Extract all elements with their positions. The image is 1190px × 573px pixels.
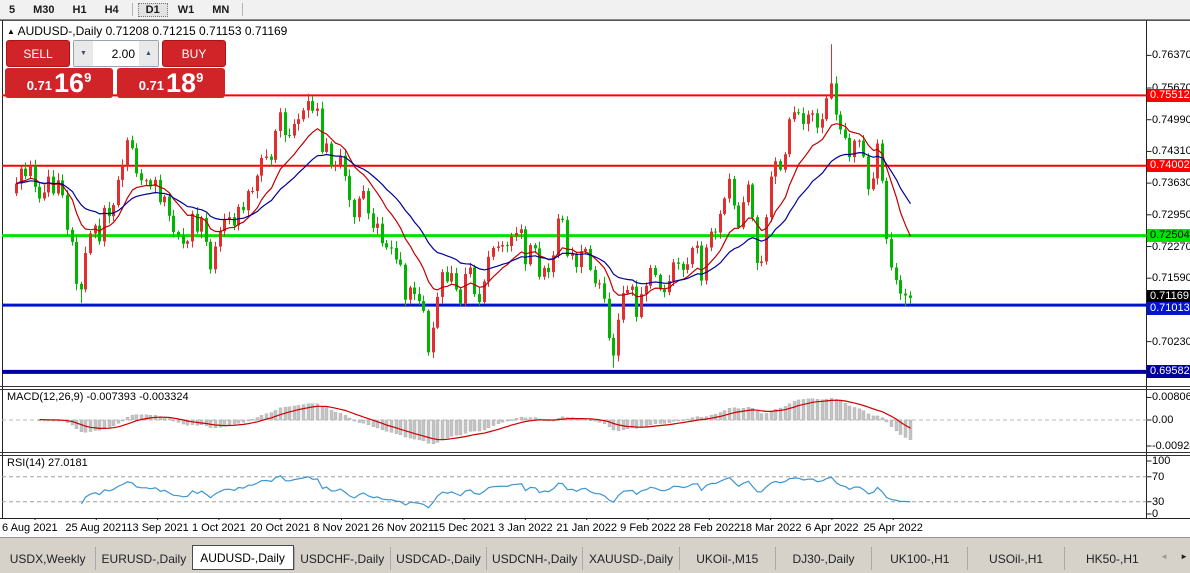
date-label: 15 Dec 2021 <box>432 522 496 534</box>
triangle-up-icon: ▲ <box>145 50 152 57</box>
rsi-axis-tick: 100 <box>1152 455 1171 467</box>
chart-tab-hk50-h1[interactable]: HK50-,H1 <box>1063 547 1160 570</box>
collapse-arrow-icon: ▲ <box>7 27 15 36</box>
sell-price-big: 16 <box>54 68 85 98</box>
rsi-axis-tick: 70 <box>1152 470 1165 483</box>
buy-price-pipette: 9 <box>196 70 204 85</box>
chart-tab-ukoil-m15[interactable]: UKOil-,M15 <box>678 547 775 570</box>
chart-tab-usdcnh-daily[interactable]: USDCNH-,Daily <box>486 547 582 570</box>
one-click-trade-widget: SELL ▼ ▲ BUY 0.71 16 9 0.71 18 9 <box>5 40 226 98</box>
volume-input[interactable] <box>93 41 139 66</box>
tab-scroll-arrows: ◄ ► <box>1160 550 1188 564</box>
date-label: 3 Jan 2022 <box>498 522 553 534</box>
price-axis-tick: 0.71590 <box>1152 272 1190 285</box>
macd-axis-tick: -0.009286 <box>1152 440 1190 452</box>
chart-title: ▲ AUDUSD-,Daily 0.71208 0.71215 0.71153 … <box>7 24 287 38</box>
chart-tab-bar: USDX,Weekly EURUSD-,Daily AUDUSD-,Daily USD… <box>0 537 1190 573</box>
chart-tab-usdx-weekly[interactable]: USDX,Weekly <box>0 547 95 570</box>
buy-button[interactable]: BUY <box>162 40 226 67</box>
price-axis-tick: 0.76370 <box>1152 49 1190 62</box>
tab-scroll-left-icon[interactable]: ◄ <box>1160 550 1168 564</box>
date-label: 6 Apr 2022 <box>805 522 859 534</box>
date-label: 26 Nov 2021 <box>371 522 434 534</box>
price-level-badge: 0.69582 <box>1147 365 1190 379</box>
chart-plot-area[interactable] <box>0 20 1190 540</box>
chart-ohlc-values: 0.71208 0.71215 0.71153 0.71169 <box>105 24 288 38</box>
chart-tabs: USDX,Weekly EURUSD-,Daily AUDUSD-,Daily USD… <box>0 545 1160 570</box>
sell-price-tile[interactable]: 0.71 16 9 <box>5 68 113 98</box>
date-label: 1 Oct 2021 <box>191 522 246 534</box>
volume-decrease-button[interactable]: ▼ <box>74 41 93 66</box>
rsi-indicator-label: RSI(14) 27.0181 <box>7 457 88 469</box>
sell-price-prefix: 0.71 <box>26 78 53 93</box>
chart-tab-dj30-daily[interactable]: DJ30-,Daily <box>774 547 871 570</box>
date-label: 9 Feb 2022 <box>620 522 676 534</box>
volume-spinner: ▼ ▲ <box>73 40 159 67</box>
volume-increase-button[interactable]: ▲ <box>139 41 158 66</box>
sell-button[interactable]: SELL <box>6 40 70 67</box>
price-level-badge: 0.74002 <box>1147 159 1190 173</box>
date-label: 6 Aug 2021 <box>2 522 58 534</box>
date-label: 28 Feb 2022 <box>678 522 741 534</box>
macd-indicator-label: MACD(12,26,9) -0.007393 -0.003324 <box>7 391 189 403</box>
price-axis-tick: 0.74310 <box>1152 145 1190 158</box>
price-axis-tick: 0.73630 <box>1152 177 1190 190</box>
rsi-axis-tick: 30 <box>1152 495 1165 508</box>
sell-price-pipette: 9 <box>84 70 92 85</box>
triangle-down-icon: ▼ <box>80 50 87 57</box>
price-level-badge: 0.75512 <box>1147 88 1190 102</box>
chart-symbol-label: AUDUSD-,Daily <box>17 24 103 38</box>
macd-axis-tick: 0.00 <box>1152 414 1174 426</box>
chart-tab-audusd-daily[interactable]: AUDUSD-,Daily <box>191 545 294 570</box>
buy-price-tile[interactable]: 0.71 18 9 <box>117 68 225 98</box>
chart-tab-xauusd-daily[interactable]: XAUUSD-,Daily <box>582 547 678 570</box>
chart-tab-usoil-h1[interactable]: USOil-,H1 <box>967 547 1063 570</box>
buy-price-big: 18 <box>166 68 197 98</box>
trading-platform-window: 5 M30 H1 H4 D1 W1 MN ▲ AUDUSD-,Daily 0.71208 0… <box>0 0 1190 573</box>
price-level-badge: 0.72504 <box>1147 229 1190 243</box>
date-label: 18 Mar 2022 <box>739 522 802 534</box>
macd-axis-tick: 0.008061 <box>1152 391 1190 404</box>
price-level-badge: 0.71013 <box>1147 301 1190 315</box>
date-label: 8 Nov 2021 <box>313 522 370 534</box>
date-label: 25 Aug 2021 <box>65 522 128 534</box>
date-label: 13 Sep 2021 <box>126 522 189 534</box>
price-axis-tick: 0.70230 <box>1152 335 1190 348</box>
date-label: 21 Jan 2022 <box>556 522 617 534</box>
chart-tab-usdcad-daily[interactable]: USDCAD-,Daily <box>389 547 486 570</box>
rsi-axis-tick: 0 <box>1152 508 1159 520</box>
tab-scroll-right-icon[interactable]: ► <box>1180 550 1188 564</box>
chart-tab-uk100-h1[interactable]: UK100-,H1 <box>871 547 967 570</box>
buy-price-prefix: 0.71 <box>138 78 165 93</box>
price-axis-tick: 0.74990 <box>1152 113 1190 126</box>
price-axis-tick: 0.72950 <box>1152 208 1190 221</box>
chart-tab-usdchf-daily[interactable]: USDCHF-,Daily <box>293 547 390 570</box>
chart-tab-eurusd-daily[interactable]: EURUSD-,Daily <box>95 547 191 570</box>
date-label: 25 Apr 2022 <box>863 522 923 534</box>
price-axis-tick: 0.72270 <box>1152 240 1190 253</box>
date-label: 20 Oct 2021 <box>250 522 311 534</box>
